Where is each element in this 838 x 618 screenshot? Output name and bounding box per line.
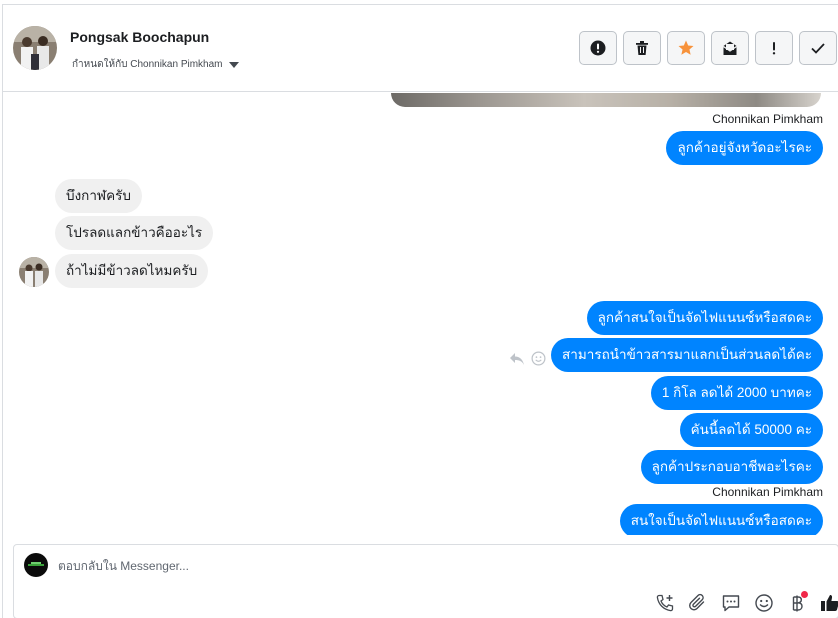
contact-avatar[interactable] (13, 26, 57, 70)
thumbs-up-icon (821, 595, 838, 611)
sender-label: Chonnikan Pimkham (712, 112, 823, 126)
saved-replies-button[interactable] (719, 591, 743, 615)
emoji-reaction-icon[interactable] (531, 351, 546, 366)
paperclip-icon (689, 593, 705, 611)
message-hover-actions (509, 351, 546, 366)
reply-icon[interactable] (509, 352, 525, 366)
payment-button[interactable] (785, 591, 809, 615)
contact-name[interactable]: Pongsak Boochapun (70, 29, 209, 45)
outgoing-message[interactable]: ลูกค้าอยู่จังหวัดอะไรคะ (666, 131, 823, 165)
outgoing-message[interactable]: 1 กิโล ลดได้ 2000 บาทคะ (650, 376, 823, 410)
incoming-message[interactable]: โปรลดแลกข้าวคืออะไร (55, 216, 214, 250)
emoji-icon (755, 594, 773, 612)
attach-button[interactable] (686, 591, 710, 615)
follow-up-button[interactable] (755, 31, 793, 65)
incoming-message[interactable]: บึงกาฬครับ (55, 179, 142, 213)
message-thread[interactable]: Chonnikan Pimkham ลูกค้าอยู่จังหวัดอะไรค… (3, 93, 838, 535)
call-button[interactable] (653, 591, 677, 615)
composer-tools (653, 591, 838, 615)
page-avatar (24, 553, 48, 577)
outgoing-message[interactable]: ลูกค้าสนใจเป็นจัดไฟแนนซ์หรือสดคะ (586, 301, 823, 335)
mark-unread-button[interactable] (711, 31, 749, 65)
conversation-header: Pongsak Boochapun กำหนดให้กับ Chonnikan … (3, 5, 838, 92)
assignee-dropdown[interactable]: กำหนดให้กับ Chonnikan Pimkham (72, 57, 239, 72)
mark-done-button[interactable] (799, 31, 837, 65)
like-button[interactable] (818, 591, 838, 615)
trash-icon (636, 41, 648, 55)
outgoing-message[interactable]: คันนี้ลดได้ 50000 คะ (679, 413, 823, 447)
conversation-panel: Pongsak Boochapun กำหนดให้กับ Chonnikan … (2, 4, 838, 618)
delete-button[interactable] (623, 31, 661, 65)
star-button[interactable] (667, 31, 705, 65)
star-icon (678, 40, 694, 55)
emoji-button[interactable] (752, 591, 776, 615)
outgoing-message[interactable]: สามารถนำข้าวสารมาแลกเป็นส่วนลดได้คะ (551, 338, 823, 372)
outgoing-message[interactable]: ลูกค้าประกอบอาชีพอะไรคะ (640, 450, 823, 484)
reply-composer (13, 544, 838, 618)
mark-spam-button[interactable] (579, 31, 617, 65)
outgoing-message[interactable]: สนใจเป็นจัดไฟแนนซ์หรือสดคะ (619, 504, 823, 535)
check-icon (811, 43, 825, 54)
exclamation-icon (772, 42, 776, 55)
conversation-actions (579, 31, 837, 65)
exclamation-circle-icon (590, 40, 606, 56)
caret-down-icon (228, 61, 239, 68)
phone-add-icon (656, 594, 674, 612)
assignee-label: กำหนดให้กับ Chonnikan Pimkham (72, 59, 223, 70)
image-attachment[interactable] (391, 93, 821, 107)
notification-dot (801, 591, 808, 598)
saved-reply-icon (722, 595, 740, 612)
reply-input[interactable] (58, 555, 658, 577)
sender-label: Chonnikan Pimkham (712, 485, 823, 499)
incoming-message[interactable]: ถ้าไม่มีข้าวลดไหมครับ (55, 254, 209, 288)
envelope-icon (723, 41, 737, 55)
contact-avatar-small (19, 257, 49, 287)
